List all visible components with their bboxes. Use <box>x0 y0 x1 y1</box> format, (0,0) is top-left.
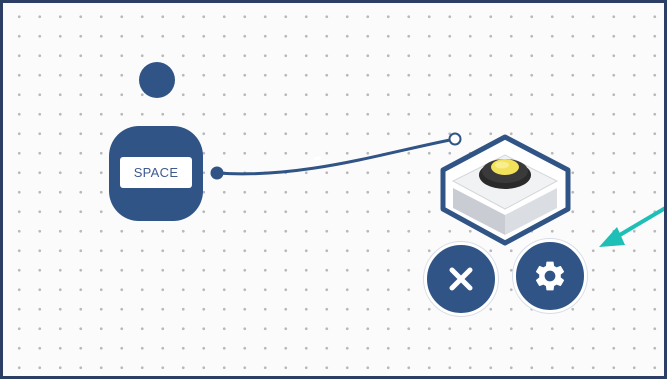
wire-end-port[interactable] <box>448 132 462 146</box>
canvas-scene <box>109 62 664 247</box>
connection-wire[interactable] <box>215 137 457 176</box>
close-x-icon <box>449 267 473 291</box>
space-node-label: SPACE <box>120 157 192 188</box>
gear-icon <box>535 261 565 291</box>
delete-button[interactable] <box>424 242 498 316</box>
settings-button[interactable] <box>513 239 587 313</box>
push-button-device-icon[interactable] <box>440 134 571 246</box>
workspace-canvas[interactable]: SPACE <box>0 0 667 379</box>
teal-arrow-icon <box>599 206 664 247</box>
wire-midpoint-marker <box>313 156 322 161</box>
node-head-dot <box>139 62 175 98</box>
node-output-port[interactable] <box>210 166 224 180</box>
